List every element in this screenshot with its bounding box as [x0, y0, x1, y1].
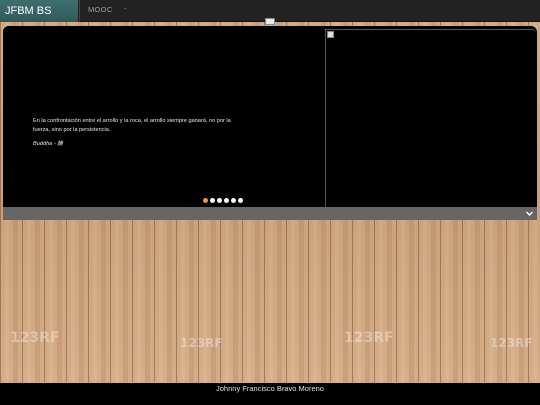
- watermark-logo: 123RF: [490, 336, 533, 350]
- broken-image-icon: [327, 31, 334, 38]
- broken-image-icon: [265, 18, 275, 25]
- carousel-panel: En la confrontación entre el arrollo y l…: [3, 26, 537, 220]
- page-footer: Johnny Francisco Bravo Moreno: [0, 383, 540, 405]
- carousel-indicator-2[interactable]: [210, 198, 215, 203]
- quote-text: En la confrontación entre el arrollo y l…: [33, 118, 231, 133]
- chevron-down-icon[interactable]: [525, 209, 534, 218]
- watermark-logo: 123RF: [10, 330, 60, 346]
- watermark-logo: 123RF: [180, 336, 223, 350]
- carousel-indicators: [203, 198, 243, 204]
- panel-collapse-bar[interactable]: [3, 207, 537, 220]
- quote-author: Buddha - 鎌: [33, 141, 63, 147]
- nav-item-mooc[interactable]: MOOC: [88, 0, 113, 22]
- brand-link[interactable]: JFBM BS: [0, 0, 78, 22]
- nav-dropdown-toggle[interactable]: -: [124, 0, 126, 22]
- carousel-indicator-5[interactable]: [231, 198, 236, 203]
- carousel-indicator-6[interactable]: [238, 198, 243, 203]
- carousel-indicator-3[interactable]: [217, 198, 222, 203]
- slide-image-frame: [325, 29, 537, 207]
- watermark-logo: 123RF: [344, 330, 394, 346]
- footer-text: Johnny Francisco Bravo Moreno: [216, 384, 324, 393]
- navbar-divider: [79, 0, 80, 22]
- carousel-slide: En la confrontación entre el arrollo y l…: [3, 26, 325, 207]
- carousel-indicator-1[interactable]: [203, 198, 208, 203]
- carousel-indicator-4[interactable]: [224, 198, 229, 203]
